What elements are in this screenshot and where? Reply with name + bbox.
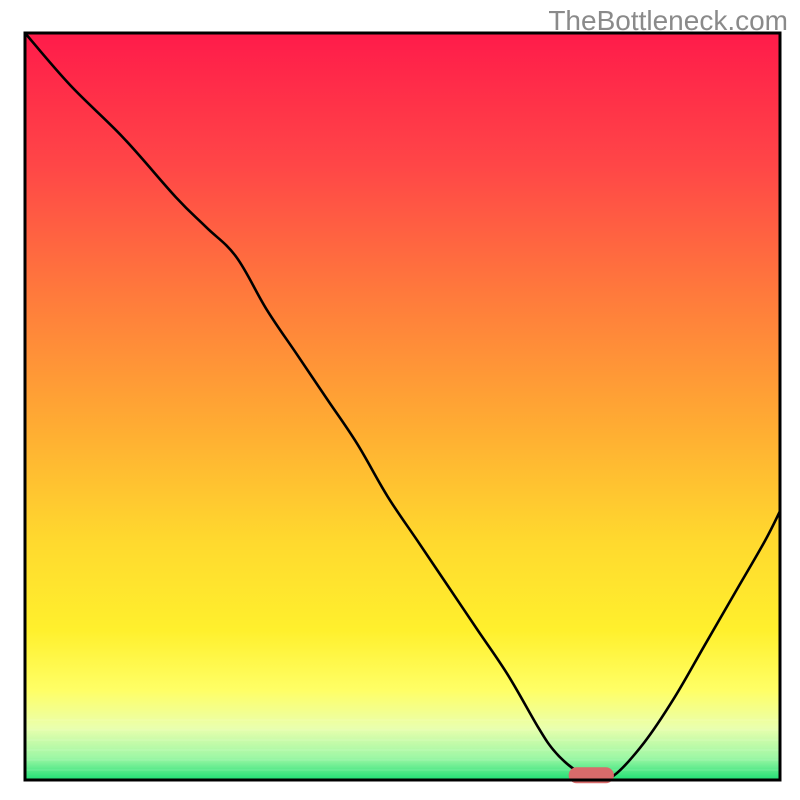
bottleneck-chart-svg xyxy=(0,0,800,800)
chart-container: TheBottleneck.com xyxy=(0,0,800,800)
plot-gradient-background xyxy=(25,33,780,780)
